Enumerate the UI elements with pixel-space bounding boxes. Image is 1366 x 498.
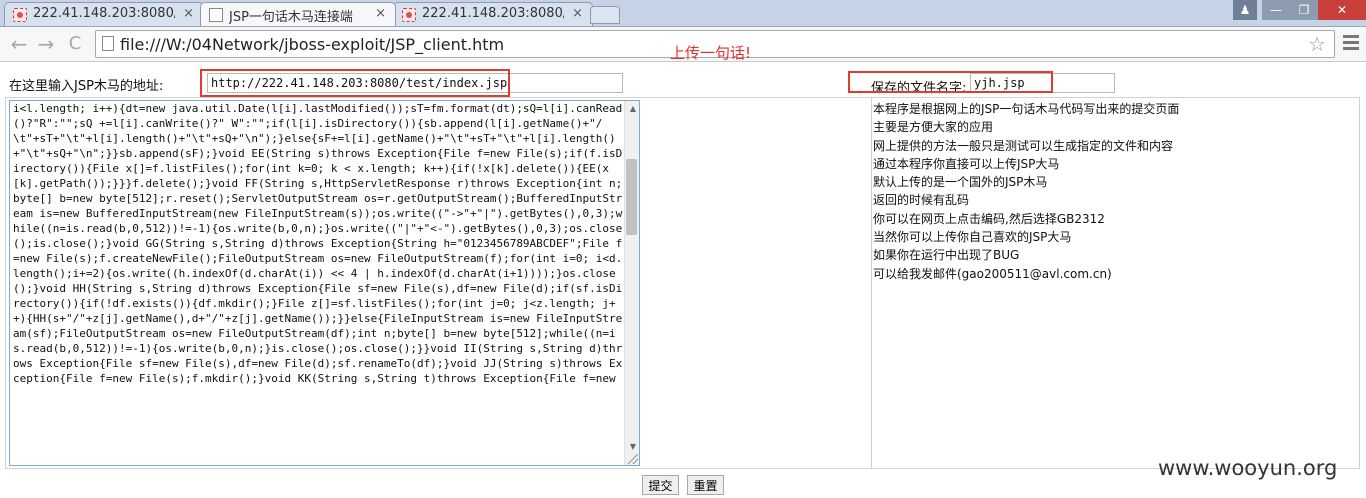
tab-close-icon[interactable]: × [375,6,386,21]
list-item: 本程序是根据网上的JSP一句话木马代码写出来的提交页面 [873,102,1180,116]
code-textarea[interactable]: i<l.length; i++){dt=new java.util.Date(l… [9,100,640,466]
list-item: 你可以在网页上点击编码,然后选择GB2312 [873,211,1105,226]
scroll-up-icon[interactable]: ▲ [630,104,636,113]
maximize-button[interactable]: ❐ [1290,0,1318,20]
tab-title: 222.41.148.203:8080/tes [33,6,175,21]
list-item: 返回的时候有乱码 [873,193,970,208]
column-divider [871,98,872,468]
list-item: 主要是方便大家的应用 [873,120,994,135]
page-icon [102,36,114,51]
page-content: 上传一句话! 在这里输入JSP木马的地址: 保存的文件名字: i<l.lengt… [0,44,1366,498]
highlight-box-filename [848,71,1053,93]
watermark-text: www.wooyun.org [1158,456,1338,480]
tab-remote-2[interactable]: 222.41.148.203:8080/tes × [393,2,593,26]
page-favicon-icon [13,8,27,22]
bookmark-star-icon[interactable]: ☆ [1308,32,1326,56]
tab-title: JSP一句话木马连接端 [229,10,353,25]
back-arrow-icon[interactable]: ← [8,33,30,55]
annotation-text: 上传一句话! [670,44,752,62]
info-list: 本程序是根据网上的JSP一句话木马代码写出来的提交页面 主要是方便大家的应用 网… [873,100,1353,283]
tab-jsp-client[interactable]: JSP一句话木马连接端 × [200,2,396,26]
code-content: i<l.length; i++){dt=new java.util.Date(l… [13,102,623,385]
tab-close-icon[interactable]: × [572,6,583,21]
resize-grip-icon[interactable] [628,454,638,464]
list-item: 通过本程序你直接可以上传JSP大马 [873,156,1060,171]
submit-button[interactable]: 提交 [642,475,679,495]
scroll-down-icon[interactable]: ▼ [630,442,636,451]
list-item: 如果你在运行中出现了BUG [873,248,1020,263]
highlight-box-url [200,69,510,97]
tab-close-icon[interactable]: × [183,6,194,21]
address-text[interactable]: file:///W:/04Network/jboss-exploit/JSP_c… [120,35,504,54]
close-window-button[interactable]: ✕ [1318,0,1366,20]
reset-button[interactable]: 重置 [687,475,724,495]
url-label: 在这里输入JSP木马的地址: [9,79,164,94]
scrollbar[interactable]: ▲ ▼ [624,101,639,465]
reload-icon[interactable]: C [64,33,86,55]
list-item: 网上提供的方法一般只是测试可以生成指定的文件和内容 [873,138,1174,153]
document-icon [209,8,223,22]
hamburger-menu-icon[interactable] [1343,35,1359,53]
list-item: 可以给我发邮件(gao200511@avl.com.cn) [873,266,1112,281]
minimize-button[interactable]: — [1262,0,1290,20]
forward-arrow-icon[interactable]: → [35,33,57,55]
tab-strip: 222.41.148.203:8080/tes × JSP一句话木马连接端 × … [0,0,1366,27]
tab-remote-1[interactable]: 222.41.148.203:8080/tes × [4,2,204,26]
list-item: 默认上传的是一个国外的JSP木马 [873,175,1048,190]
user-profile-icon[interactable]: ♟ [1233,0,1257,20]
page-favicon-icon [402,8,416,22]
new-tab-button[interactable] [590,6,620,24]
scrollbar-thumb[interactable] [626,159,637,235]
tab-title: 222.41.148.203:8080/tes [422,6,564,21]
list-item: 当然你可以上传你自己喜欢的JSP大马 [873,230,1072,245]
